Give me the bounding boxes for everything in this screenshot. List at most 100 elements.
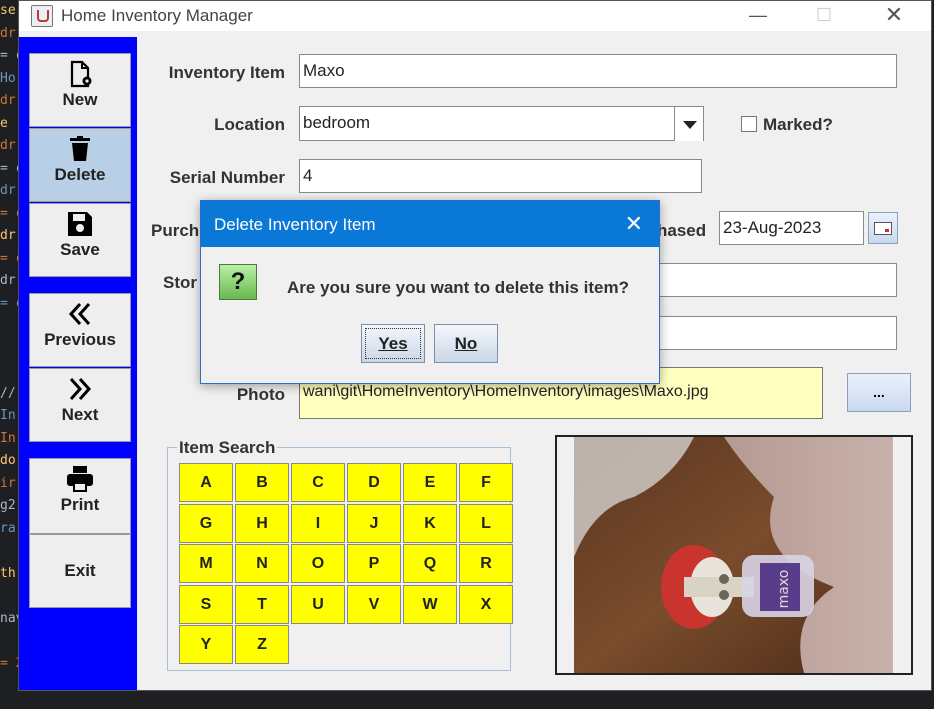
- date-purchased-label: hased: [657, 221, 707, 240]
- exit-button[interactable]: Exit: [29, 534, 131, 608]
- delete-label: Delete: [54, 165, 106, 184]
- code-line: = c: [0, 205, 18, 221]
- letter-button-v[interactable]: V: [347, 584, 401, 624]
- letter-button-n[interactable]: N: [235, 544, 289, 583]
- letter-button-s[interactable]: S: [179, 584, 233, 624]
- code-line: = c: [0, 48, 18, 63]
- letter-button-b[interactable]: B: [235, 463, 289, 502]
- letter-button-r[interactable]: R: [459, 544, 513, 583]
- code-line: //: [0, 385, 16, 401]
- letter-button-f[interactable]: F: [459, 463, 513, 502]
- window-title: Home Inventory Manager: [61, 6, 253, 25]
- question-icon: ?: [219, 264, 257, 300]
- dialog-message: Are you sure you want to delete this ite…: [287, 278, 629, 297]
- new-button[interactable]: New: [29, 53, 131, 127]
- letter-button-o[interactable]: O: [291, 544, 345, 583]
- letter-button-j[interactable]: J: [347, 503, 401, 543]
- marked-checkbox[interactable]: [741, 116, 757, 132]
- delete-confirm-dialog: Delete Inventory Item ✕ ? Are you sure y…: [200, 200, 660, 384]
- location-value: bedroom: [303, 113, 371, 132]
- letter-button-x[interactable]: X: [459, 584, 513, 624]
- no-button[interactable]: No: [434, 324, 498, 363]
- code-line: do: [0, 453, 16, 468]
- item-search-title: Item Search: [177, 438, 278, 458]
- letter-button-y[interactable]: Y: [179, 625, 233, 664]
- code-line: In: [0, 408, 16, 423]
- close-icon[interactable]: ✕: [871, 1, 917, 31]
- letter-button-d[interactable]: D: [347, 463, 401, 502]
- letter-button-h[interactable]: H: [235, 503, 289, 543]
- date-purchased-input[interactable]: 23-Aug-2023: [719, 211, 864, 245]
- minimize-icon[interactable]: —: [735, 1, 781, 31]
- code-line: g2: [0, 498, 16, 513]
- background-code-editor: se dr = c Ho dr e dr = c dr = c dr = c dr = c // In In do…: [0, 0, 18, 709]
- item-photo: maxo: [574, 437, 893, 673]
- inventory-item-input[interactable]: Maxo: [299, 54, 897, 88]
- svg-text:maxo: maxo: [776, 570, 792, 609]
- letter-button-m[interactable]: M: [179, 544, 233, 583]
- java-app-icon: [31, 5, 53, 27]
- code-line: In: [0, 430, 16, 446]
- code-line: dr: [0, 93, 16, 108]
- code-line: Ho: [0, 70, 16, 86]
- letter-button-e[interactable]: E: [403, 463, 457, 502]
- code-line: = 2: [0, 655, 18, 671]
- maximize-icon[interactable]: ☐: [801, 1, 847, 31]
- code-line: nav: [0, 610, 18, 626]
- photo-label: Photo: [236, 385, 285, 404]
- code-line: ir: [0, 475, 16, 491]
- code-line: ra: [0, 520, 16, 536]
- letter-button-q[interactable]: Q: [403, 544, 457, 583]
- marked-label: Marked?: [763, 115, 833, 134]
- double-chevron-right-icon: [65, 375, 95, 403]
- dialog-title-bar: Delete Inventory Item ✕: [201, 201, 659, 247]
- letter-button-k[interactable]: K: [403, 503, 457, 543]
- letter-button-u[interactable]: U: [291, 584, 345, 624]
- exit-label: Exit: [64, 561, 96, 580]
- letter-button-c[interactable]: C: [291, 463, 345, 502]
- yes-button[interactable]: Yes: [361, 324, 425, 363]
- letter-button-a[interactable]: A: [179, 463, 233, 502]
- letter-button-t[interactable]: T: [235, 584, 289, 624]
- inventory-item-label: Inventory Item: [168, 63, 285, 82]
- code-line: th: [0, 565, 16, 581]
- location-label: Location: [214, 115, 285, 134]
- serial-number-input[interactable]: 4: [299, 159, 702, 193]
- code-line: dr: [0, 273, 16, 288]
- code-line: dr: [0, 138, 16, 153]
- save-label: Save: [60, 240, 100, 259]
- photo-preview-frame: maxo: [555, 435, 913, 675]
- print-button[interactable]: Print: [29, 458, 131, 534]
- location-combobox[interactable]: bedroom: [299, 106, 704, 141]
- browse-photo-button[interactable]: ...: [847, 373, 911, 412]
- printer-icon: [65, 465, 95, 493]
- background-editor-bottom: [0, 689, 934, 709]
- letter-button-g[interactable]: G: [179, 503, 233, 543]
- close-icon[interactable]: ✕: [625, 211, 643, 237]
- letter-button-w[interactable]: W: [403, 584, 457, 624]
- calendar-button[interactable]: [868, 212, 898, 244]
- letter-button-p[interactable]: P: [347, 544, 401, 583]
- code-line: se: [0, 3, 16, 18]
- delete-button[interactable]: Delete: [29, 128, 131, 202]
- previous-button[interactable]: Previous: [29, 293, 131, 367]
- code-line: = c: [0, 295, 18, 311]
- code-line: e: [0, 115, 8, 131]
- letter-button-z[interactable]: Z: [235, 625, 289, 664]
- floppy-disk-icon: [65, 210, 95, 238]
- next-button[interactable]: Next: [29, 368, 131, 442]
- code-line: dr: [0, 228, 16, 243]
- letter-button-i[interactable]: I: [291, 503, 345, 543]
- next-label: Next: [61, 405, 99, 424]
- code-line: dr: [0, 183, 16, 198]
- letter-button-l[interactable]: L: [459, 503, 513, 543]
- save-button[interactable]: Save: [29, 203, 131, 277]
- dialog-title: Delete Inventory Item: [214, 215, 376, 234]
- print-label: Print: [60, 495, 100, 514]
- chevron-down-icon[interactable]: [674, 107, 703, 141]
- new-label: New: [62, 90, 98, 109]
